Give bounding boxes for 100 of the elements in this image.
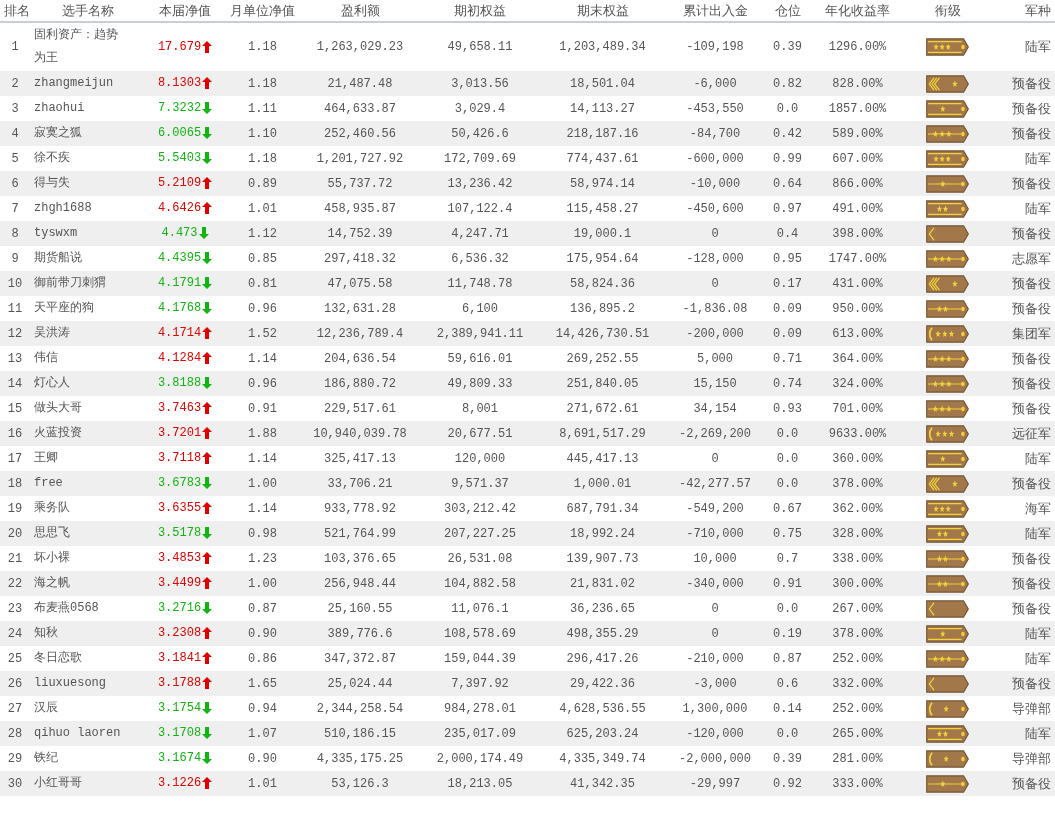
- table-cell: 1.23: [225, 546, 300, 571]
- insignia-icon: [926, 549, 969, 568]
- table-cell: 49,809.33: [420, 371, 540, 396]
- net-value: 4.1714: [157, 325, 202, 342]
- table-cell: 9: [0, 246, 30, 271]
- table-cell: 4,628,536.55: [540, 696, 665, 721]
- player-name-cell: 期货船说: [30, 246, 145, 271]
- table-cell: -600,000: [665, 146, 765, 171]
- table-cell: 431.00%: [810, 271, 905, 296]
- table-cell: 271,672.61: [540, 396, 665, 421]
- table-cell: 预备役: [990, 596, 1055, 621]
- table-cell: 0.91: [765, 571, 810, 596]
- table-cell: 491.00%: [810, 196, 905, 221]
- table-cell: 256,948.44: [300, 571, 420, 596]
- table-cell: 0.0: [765, 446, 810, 471]
- table-cell: 360.00%: [810, 446, 905, 471]
- table-cell: 0.42: [765, 121, 810, 146]
- table-cell: 0: [665, 621, 765, 646]
- player-name-cell: 冬日恋歌: [30, 646, 145, 671]
- table-cell: 13: [0, 346, 30, 371]
- table-cell: 107,122.4: [420, 196, 540, 221]
- table-cell: 1.00: [225, 571, 300, 596]
- table-cell: 235,017.09: [420, 721, 540, 746]
- net-value: 4.1768: [157, 300, 202, 317]
- net-value: 3.6783: [157, 475, 202, 492]
- table-cell: 3: [0, 96, 30, 121]
- table-cell: 625,203.24: [540, 721, 665, 746]
- insignia-icon: [926, 699, 969, 718]
- table-cell: -109,198: [665, 22, 765, 71]
- table-cell: 1.11: [225, 96, 300, 121]
- table-cell: 7: [0, 196, 30, 221]
- table-cell: 186,880.72: [300, 371, 420, 396]
- table-cell: 204,636.54: [300, 346, 420, 371]
- table-cell: 325,417.13: [300, 446, 420, 471]
- table-cell: -42,277.57: [665, 471, 765, 496]
- table-cell: 1.07: [225, 721, 300, 746]
- table-cell: 陆军: [990, 621, 1055, 646]
- table-cell: 5: [0, 146, 30, 171]
- table-cell: 9,571.37: [420, 471, 540, 496]
- table-cell: 28: [0, 721, 30, 746]
- table-cell: -29,997: [665, 771, 765, 796]
- table-cell: 33,706.21: [300, 471, 420, 496]
- table-cell: 1,203,489.34: [540, 22, 665, 71]
- table-cell: 0.0: [765, 421, 810, 446]
- insignia-icon: [926, 624, 969, 643]
- table-cell: 1.52: [225, 321, 300, 346]
- table-cell: 0.89: [225, 171, 300, 196]
- player-name-cell: tyswxm: [30, 221, 145, 246]
- table-cell: 58,824.36: [540, 271, 665, 296]
- table-cell: 预备役: [990, 771, 1055, 796]
- table-cell: 300.00%: [810, 571, 905, 596]
- table-cell: 774,437.61: [540, 146, 665, 171]
- table-cell: 0.96: [225, 371, 300, 396]
- player-name-cell: 坏小裸: [30, 546, 145, 571]
- net-value: 3.7201: [157, 425, 202, 442]
- table-cell: 136,895.2: [540, 296, 665, 321]
- insignia-icon: [926, 399, 969, 418]
- table-cell: 15,150: [665, 371, 765, 396]
- table-cell: 445,417.13: [540, 446, 665, 471]
- table-cell: 11,748.78: [420, 271, 540, 296]
- table-cell: 24: [0, 621, 30, 646]
- net-value: 3.1708: [157, 725, 202, 742]
- player-name-cell: 寂寞之狐: [30, 121, 145, 146]
- table-cell: 0.91: [225, 396, 300, 421]
- insignia-icon: [926, 499, 969, 518]
- insignia-icon: [926, 74, 969, 93]
- table-cell: 0: [665, 221, 765, 246]
- player-name-cell: zhangmeijun: [30, 71, 145, 96]
- table-cell: 1,263,029.23: [300, 22, 420, 71]
- table-cell: 265.00%: [810, 721, 905, 746]
- net-value: 8.1303: [157, 75, 202, 92]
- table-cell: 1,300,000: [665, 696, 765, 721]
- net-value: 3.4853: [157, 550, 202, 567]
- net-value: 3.4499: [157, 575, 202, 592]
- table-cell: -200,000: [665, 321, 765, 346]
- insignia-icon: [926, 424, 969, 443]
- table-cell: 14,426,730.51: [540, 321, 665, 346]
- table-cell: 132,631.28: [300, 296, 420, 321]
- table-cell: 984,278.01: [420, 696, 540, 721]
- table-cell: 332.00%: [810, 671, 905, 696]
- table-cell: 347,372.87: [300, 646, 420, 671]
- insignia-icon: [926, 38, 969, 56]
- table-cell: 1.14: [225, 496, 300, 521]
- table-cell: 0.74: [765, 371, 810, 396]
- insignia-icon: [926, 274, 969, 293]
- net-value: 3.1226: [157, 775, 202, 792]
- table-cell: -1,836.08: [665, 296, 765, 321]
- table-cell: 0.90: [225, 621, 300, 646]
- insignia-icon: [926, 674, 969, 693]
- player-name-cell: 徐不疾: [30, 146, 145, 171]
- table-cell: 6,100: [420, 296, 540, 321]
- table-cell: 志愿军: [990, 246, 1055, 271]
- table-cell: -10,000: [665, 171, 765, 196]
- table-cell: 21: [0, 546, 30, 571]
- table-cell: 20,677.51: [420, 421, 540, 446]
- table-cell: 297,418.32: [300, 246, 420, 271]
- table-cell: 12,236,789.4: [300, 321, 420, 346]
- table-cell: 398.00%: [810, 221, 905, 246]
- table-cell: 251,840.05: [540, 371, 665, 396]
- table-cell: 22: [0, 571, 30, 596]
